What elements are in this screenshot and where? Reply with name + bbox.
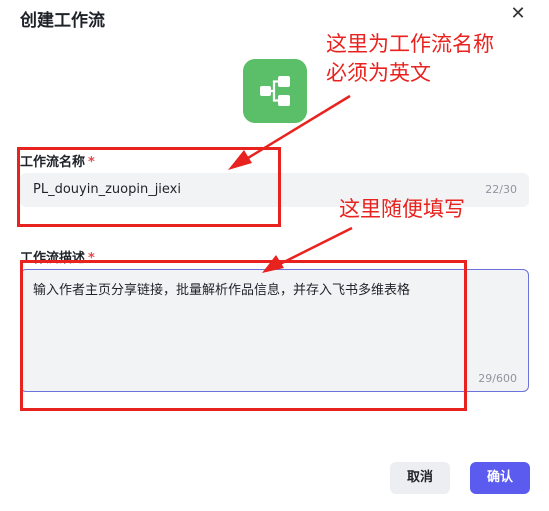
annotation-arrows bbox=[228, 94, 353, 273]
annotation-arrow-name bbox=[228, 94, 351, 170]
annotation-arrow-description bbox=[262, 226, 353, 273]
create-workflow-dialog: 创建工作流 ✕ 工作流名称 * PL_douyin_zuopin_jiexi 22… bbox=[0, 0, 549, 511]
